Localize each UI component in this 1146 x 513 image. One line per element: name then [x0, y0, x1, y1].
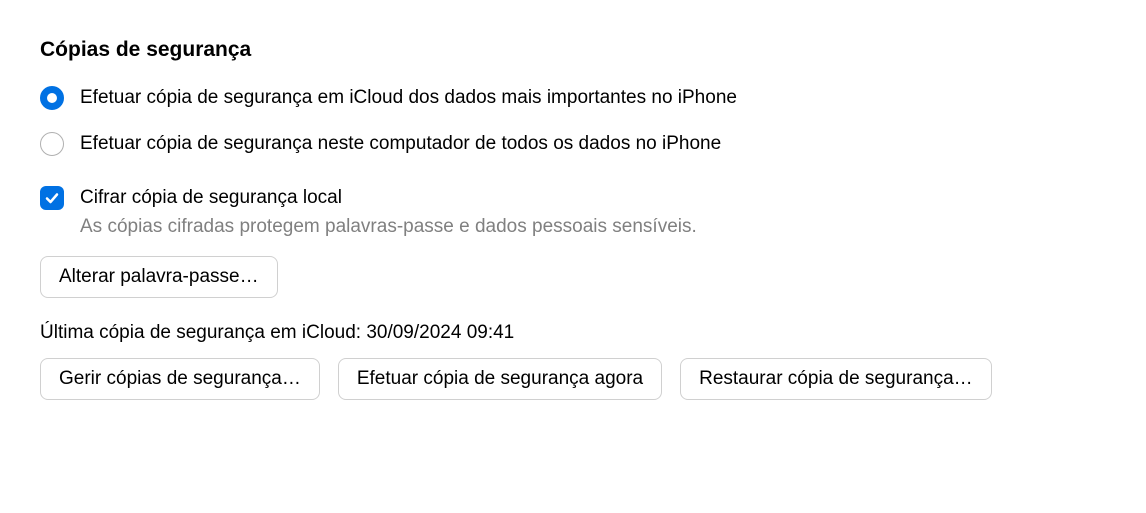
checkbox-label: Cifrar cópia de segurança local — [80, 187, 342, 209]
restore-backup-button[interactable]: Restaurar cópia de segurança… — [680, 358, 992, 400]
backup-actions-row: Gerir cópias de segurança… Efetuar cópia… — [40, 358, 1106, 400]
section-title: Cópias de segurança — [40, 38, 1106, 62]
last-backup-label: Última cópia de segurança em iCloud: 30/… — [40, 322, 1106, 344]
radio-backup-local[interactable]: Efetuar cópia de segurança neste computa… — [40, 132, 1106, 156]
backup-location-radio-group: Efetuar cópia de segurança em iCloud dos… — [40, 86, 1106, 156]
encrypt-backup-checkbox[interactable]: Cifrar cópia de segurança local — [40, 186, 1106, 210]
radio-icon — [40, 86, 64, 110]
encrypt-hint: As cópias cifradas protegem palavras-pas… — [80, 216, 1106, 238]
change-password-button[interactable]: Alterar palavra-passe… — [40, 256, 278, 298]
radio-label: Efetuar cópia de segurança neste computa… — [80, 133, 721, 155]
radio-icon — [40, 132, 64, 156]
radio-backup-icloud[interactable]: Efetuar cópia de segurança em iCloud dos… — [40, 86, 1106, 110]
backups-section: Cópias de segurança Efetuar cópia de seg… — [40, 38, 1106, 400]
radio-label: Efetuar cópia de segurança em iCloud dos… — [80, 87, 737, 109]
checkbox-checked-icon — [40, 186, 64, 210]
manage-backups-button[interactable]: Gerir cópias de segurança… — [40, 358, 320, 400]
backup-now-button[interactable]: Efetuar cópia de segurança agora — [338, 358, 662, 400]
encrypt-block: Cifrar cópia de segurança local As cópia… — [40, 186, 1106, 238]
